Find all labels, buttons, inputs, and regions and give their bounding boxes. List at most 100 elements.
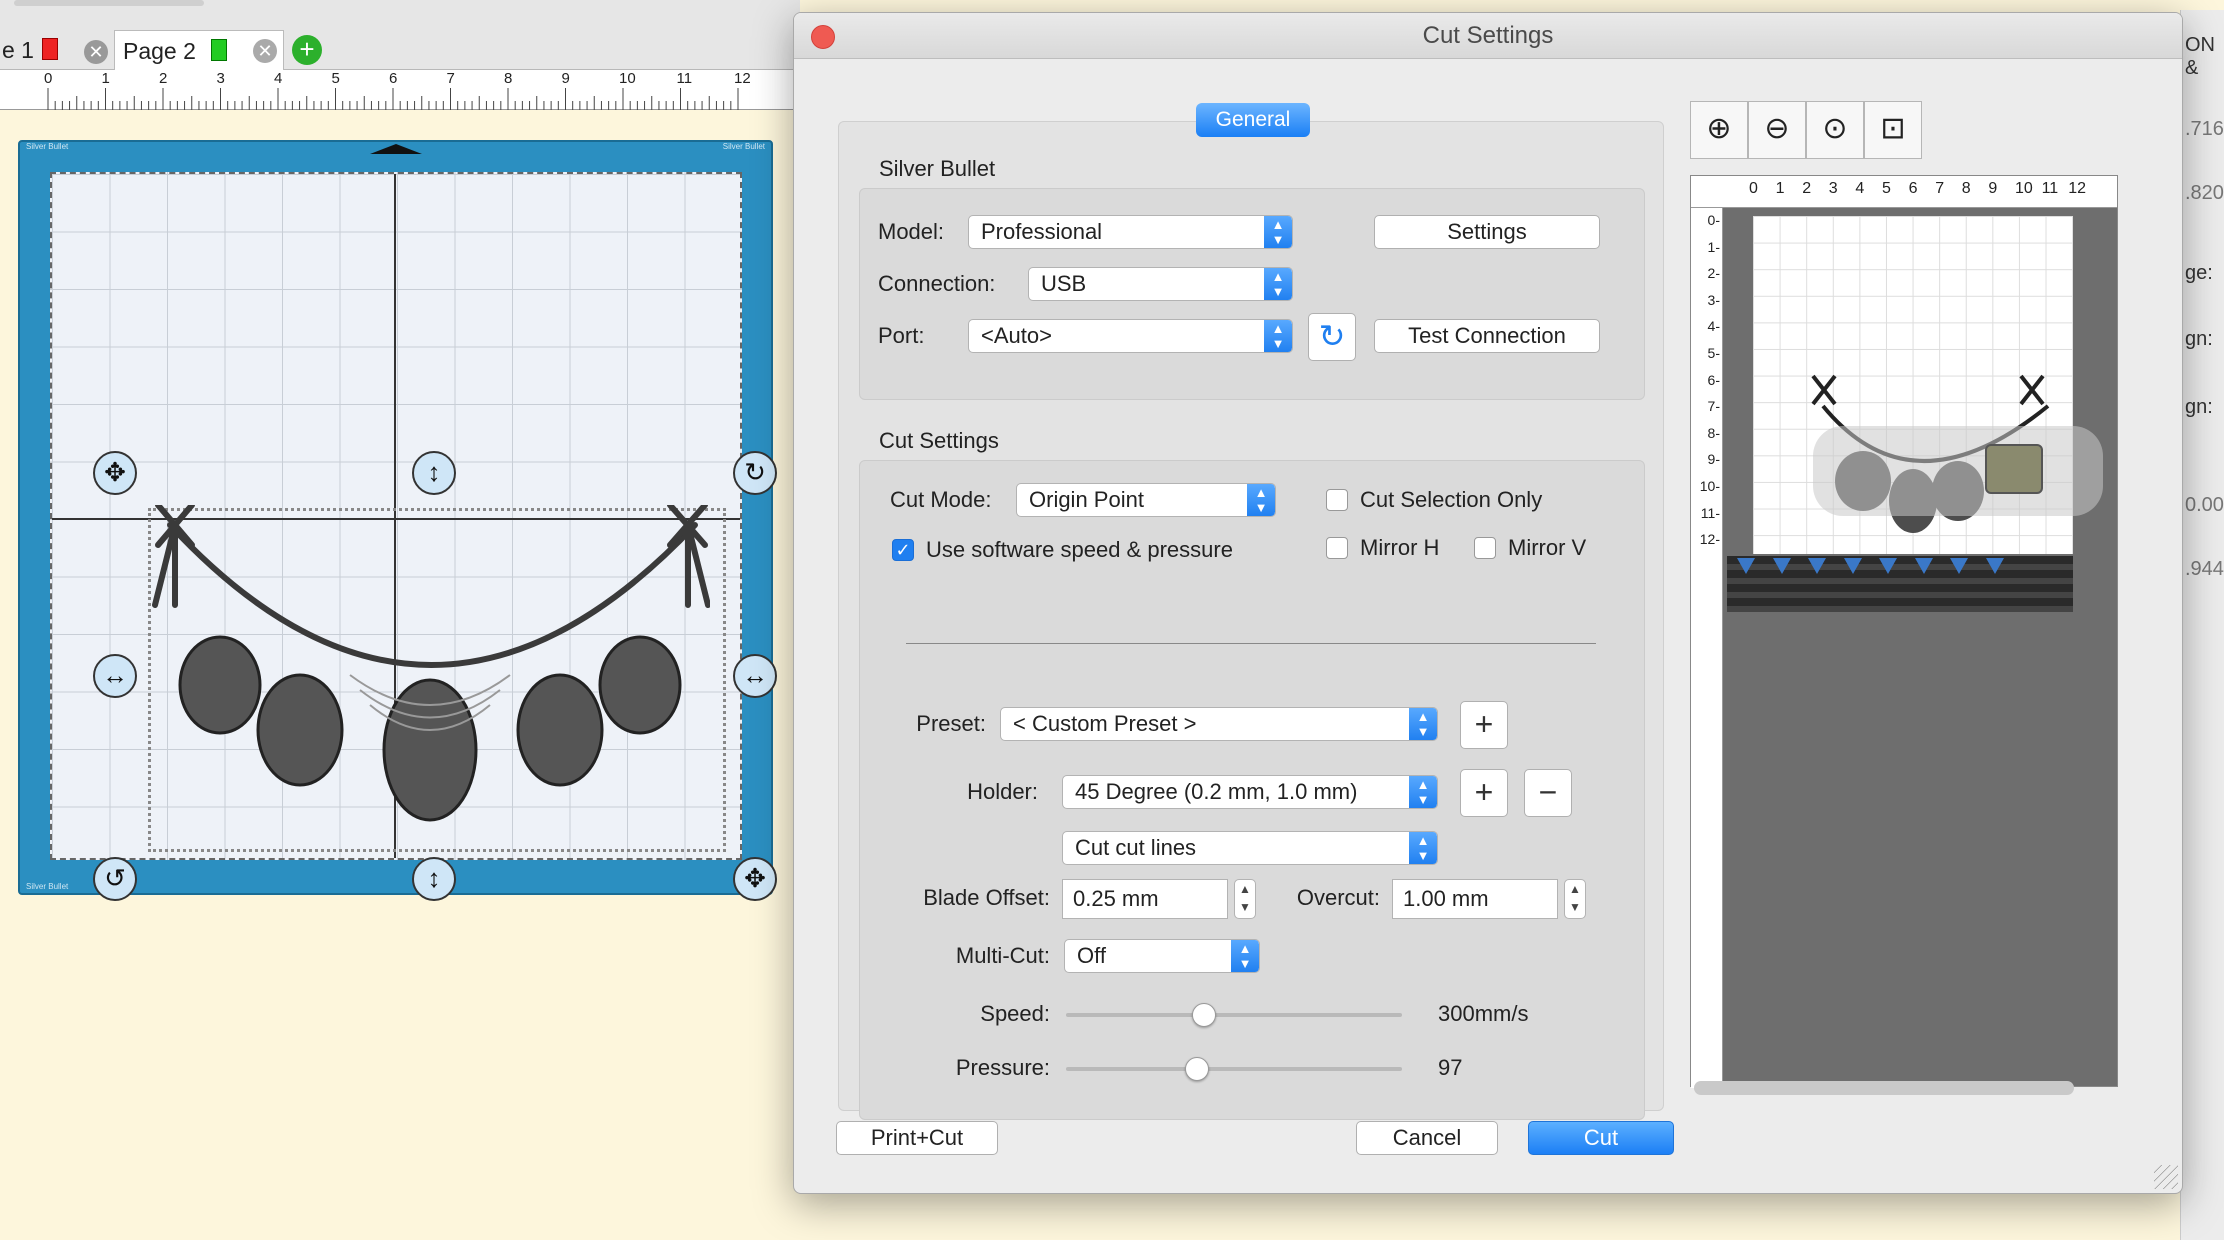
zoom-out-button[interactable]: ⊖ <box>1748 101 1806 159</box>
preview-top-ruler: 0 1 2 3 4 5 6 7 8 9 10 11 12 <box>1691 176 2117 208</box>
multicut-select[interactable]: Off ▲ ▼ <box>1064 939 1260 973</box>
chevron-updown-icon: ▲ ▼ <box>1409 776 1437 808</box>
pinch-marker-icon <box>1772 558 1791 574</box>
preview-ruler-label: 7 <box>1935 180 1945 197</box>
resize-horizontal-handle-right[interactable]: ↔ <box>733 654 777 698</box>
preview-ruler-label: 0 <box>1749 180 1758 197</box>
cut-button[interactable]: Cut <box>1528 1121 1674 1155</box>
cut-preview[interactable]: 0 1 2 3 4 5 6 7 8 9 10 11 12 0- 1- 2- 3- 4- 5- 6- 7- 8- 9- 10-… <box>1690 175 2118 1088</box>
right-fragment-5: gn: <box>2185 328 2213 350</box>
blade-offset-field[interactable]: 0.25 mm <box>1062 879 1228 919</box>
pressure-value: 97 <box>1438 1055 1463 1080</box>
holder-label: Holder: <box>967 779 1038 804</box>
pressure-slider-knob[interactable] <box>1185 1057 1210 1081</box>
mirror-h-checkbox[interactable] <box>1326 537 1348 559</box>
plus-icon: + <box>1474 774 1494 810</box>
port-value: <Auto> <box>981 323 1052 348</box>
resize-vertical-handle-top[interactable]: ↕ <box>412 451 456 495</box>
close-page-2-icon[interactable]: ✕ <box>253 39 277 63</box>
model-select[interactable]: Professional ▲ ▼ <box>968 215 1293 249</box>
use-software-speed-checkbox[interactable]: ✓ <box>892 539 914 561</box>
cancel-button[interactable]: Cancel <box>1356 1121 1498 1155</box>
rotate-handle-bottom-left[interactable]: ↺ <box>93 857 137 901</box>
zoom-page-button[interactable]: ⊡ <box>1864 101 1922 159</box>
line-mode-value: Cut cut lines <box>1075 835 1197 860</box>
blade-offset-stepper[interactable]: ▲ ▼ <box>1234 879 1256 919</box>
right-fragment-1: ON & <box>2185 34 2215 79</box>
preview-ruler-label: 6 <box>1908 180 1918 197</box>
dialog-titlebar[interactable]: Cut Settings <box>794 13 2182 59</box>
test-connection-button[interactable]: Test Connection <box>1374 319 1600 353</box>
preview-ruler-label: 12 <box>2068 180 2086 197</box>
preset-value: < Custom Preset > <box>1013 711 1197 736</box>
ruler-tick-label: 8 <box>504 70 513 87</box>
model-value: Professional <box>981 219 1103 244</box>
zoom-fit-button[interactable]: ⊙ <box>1806 101 1864 159</box>
preview-ruler-label: 1 <box>1775 180 1785 197</box>
refresh-port-button[interactable]: ↻ <box>1308 313 1356 361</box>
pinch-marker-icon <box>1950 558 1968 574</box>
preview-mat-sheet <box>1753 216 2103 554</box>
preview-ruler-label: 3 <box>1828 180 1838 197</box>
ruler-tick-label: 3 <box>216 70 225 87</box>
scale-handle-bottom-right[interactable]: ✥ <box>733 857 777 901</box>
right-fragment-3: .820 <box>2185 182 2224 204</box>
overcut-field[interactable]: 1.00 mm <box>1392 879 1558 919</box>
resize-vertical-handle-bottom[interactable]: ↕ <box>412 857 456 901</box>
port-label: Port: <box>878 323 925 348</box>
line-mode-select[interactable]: Cut cut lines ▲ ▼ <box>1062 831 1438 865</box>
multicut-label: Multi-Cut: <box>955 943 1050 968</box>
multicut-value: Off <box>1077 943 1106 968</box>
print-cut-button[interactable]: Print+Cut <box>836 1121 998 1155</box>
preview-ruler-label: 5- <box>1707 345 1720 361</box>
add-holder-button[interactable]: + <box>1460 769 1508 817</box>
lace-design[interactable] <box>150 505 710 845</box>
preset-select[interactable]: < Custom Preset > ▲ ▼ <box>1000 707 1438 741</box>
cut-section-heading: Cut Settings <box>879 428 999 453</box>
preview-horizontal-scrollbar[interactable] <box>1694 1081 2074 1095</box>
pressure-slider[interactable] <box>1066 1057 1402 1081</box>
add-page-button[interactable]: + <box>292 30 328 70</box>
move-icon: ✥ <box>104 457 126 487</box>
settings-button[interactable]: Settings <box>1374 215 1600 249</box>
preview-roller-bar <box>1727 556 2073 612</box>
speed-slider[interactable] <box>1066 1003 1402 1027</box>
mirror-v-checkbox[interactable] <box>1474 537 1496 559</box>
speed-slider-knob[interactable] <box>1191 1003 1216 1027</box>
preview-left-ruler: 0- 1- 2- 3- 4- 5- 6- 7- 8- 9- 10- 11- 12- <box>1691 208 1723 1088</box>
move-handle[interactable]: ✥ <box>93 451 137 495</box>
preview-ruler-label: 8 <box>1961 180 1971 197</box>
rotate-handle-top-right[interactable]: ↻ <box>733 451 777 495</box>
resize-horizontal-handle-left[interactable]: ↔ <box>93 654 137 698</box>
add-preset-button[interactable]: + <box>1460 701 1508 749</box>
tab-page-1[interactable]: e 1 <box>0 30 70 70</box>
holder-select[interactable]: 45 Degree (0.2 mm, 1.0 mm) ▲ ▼ <box>1062 775 1438 809</box>
tab-page-2[interactable]: Page 2 ✕ <box>114 30 284 70</box>
zoom-in-button[interactable]: ⊕ <box>1690 101 1748 159</box>
page-2-green-swatch <box>211 39 227 61</box>
cut-settings-dialog: Cut Settings Silver Bullet Model: Profes… <box>793 12 2183 1194</box>
model-label: Model: <box>878 219 945 244</box>
preview-ruler-label: 11 <box>2041 180 2059 197</box>
scale-icon: ✥ <box>744 863 766 893</box>
preview-ruler-label: 4 <box>1855 180 1865 197</box>
close-page-1-button[interactable]: ✕ <box>80 30 112 70</box>
ruler-tick-label: 0 <box>44 70 53 87</box>
cut-mode-select[interactable]: Origin Point ▲ ▼ <box>1016 483 1276 517</box>
overcut-stepper[interactable]: ▲ ▼ <box>1564 879 1586 919</box>
connection-select[interactable]: USB ▲ ▼ <box>1028 267 1293 301</box>
general-panel: Silver Bullet Model: Professional ▲ ▼ Set… <box>838 121 1664 1120</box>
right-fragment-6: gn: <box>2185 396 2213 418</box>
port-select[interactable]: <Auto> ▲ ▼ <box>968 319 1293 353</box>
vertical-resize-icon: ↕ <box>427 863 441 893</box>
ruler-tick-label: 10 <box>619 70 636 87</box>
remove-holder-button[interactable]: − <box>1524 769 1572 817</box>
connection-label: Connection: <box>878 271 996 296</box>
resize-grip-icon[interactable] <box>2154 1165 2178 1189</box>
tab-general[interactable]: General <box>1196 103 1310 137</box>
pinch-marker-icon <box>1985 558 2004 574</box>
chevron-updown-icon: ▲ ▼ <box>1409 708 1437 740</box>
cut-selection-only-checkbox[interactable] <box>1326 489 1348 511</box>
preview-ruler-label: 0- <box>1707 212 1720 228</box>
close-window-button[interactable] <box>811 25 835 49</box>
